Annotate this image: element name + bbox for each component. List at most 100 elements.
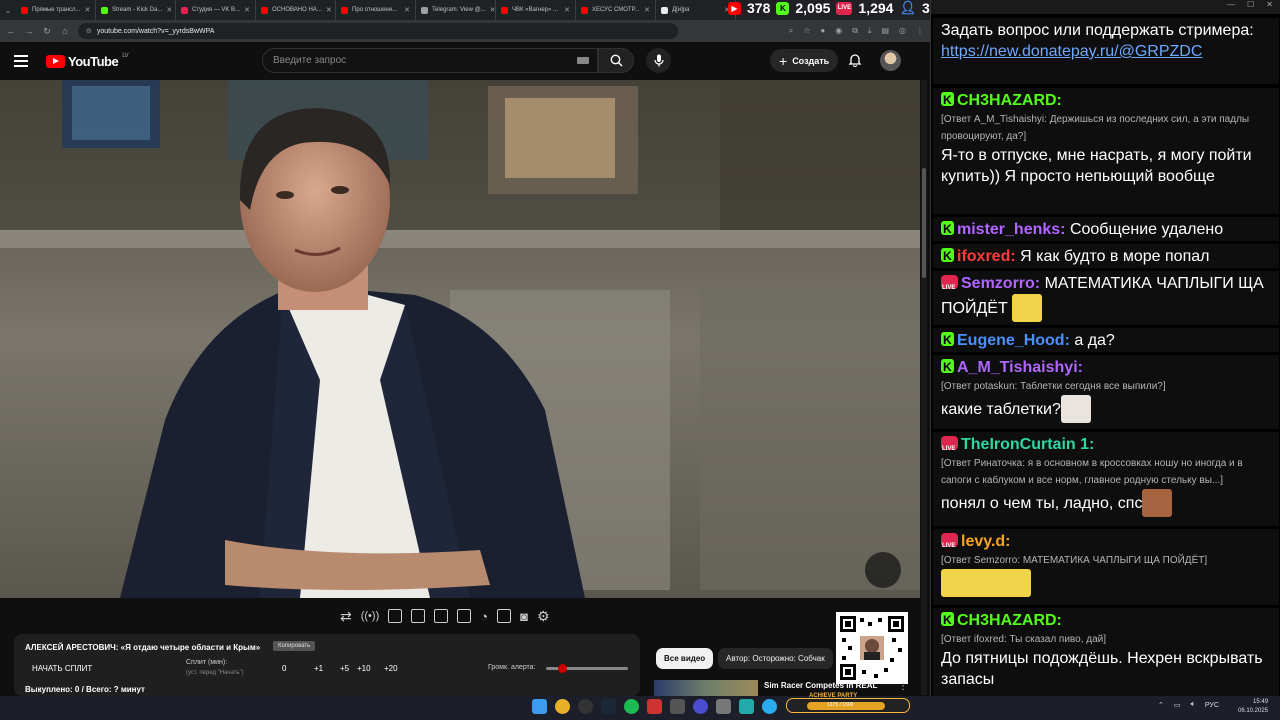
recommendation-thumbnail[interactable] xyxy=(654,680,758,696)
chrome-icon[interactable] xyxy=(555,699,570,714)
browser-tab[interactable]: Студия — VK В... ✕ xyxy=(176,0,256,20)
chat-username[interactable]: levy.d: xyxy=(961,533,1011,550)
alert-volume-knob[interactable] xyxy=(558,664,567,673)
browser-tab[interactable]: Прямые трансл... ✕ xyxy=(16,0,96,20)
chat-username[interactable]: CH3HAZARD: xyxy=(957,612,1062,629)
kick-viewer-count: 2,095 xyxy=(795,0,831,16)
maximize-icon[interactable]: ☐ xyxy=(1247,0,1254,14)
create-button[interactable]: + Создать xyxy=(770,49,839,72)
donation-link[interactable]: https://new.donatepay.ru/@GRPZDC xyxy=(941,41,1271,62)
tab-close-icon[interactable]: ✕ xyxy=(564,6,570,14)
settings-gear-icon[interactable]: ⚙ xyxy=(537,608,550,625)
zoom-icon[interactable]: ⌕ xyxy=(789,26,793,36)
chat-username[interactable]: A_M_Tishaishyi: xyxy=(957,359,1083,376)
spotify-icon[interactable] xyxy=(624,699,639,714)
tab-close-icon[interactable]: ✕ xyxy=(326,6,332,14)
keyboard-icon[interactable] xyxy=(577,57,589,64)
back-icon[interactable]: ← xyxy=(6,26,16,36)
app-icon[interactable] xyxy=(670,699,685,714)
browser-tab[interactable]: Telegram: View @... ✕ xyxy=(416,0,496,20)
close-icon[interactable]: ✕ xyxy=(1266,0,1273,14)
browser-tab[interactable]: Stream - Kick Da... ✕ xyxy=(96,0,176,20)
picture-in-picture-icon[interactable] xyxy=(434,609,449,623)
minimize-icon[interactable]: — xyxy=(1227,0,1235,14)
search-button[interactable] xyxy=(598,48,634,73)
hamburger-menu-icon[interactable] xyxy=(14,55,28,67)
chat-username[interactable]: mister_henks: xyxy=(957,221,1066,238)
add-to-queue-icon[interactable] xyxy=(497,609,512,623)
profile-icon[interactable]: ◎ xyxy=(899,26,906,36)
chip-all-videos[interactable]: Все видео xyxy=(656,648,714,669)
app-icon[interactable] xyxy=(647,699,662,714)
search-input[interactable]: Введите запрос xyxy=(262,48,598,73)
chip-author[interactable]: Автор: Осторожно: Собчак xyxy=(718,648,833,669)
start-menu-icon[interactable] xyxy=(532,699,547,714)
tab-close-icon[interactable]: ✕ xyxy=(85,6,91,14)
extension-icon[interactable]: ● xyxy=(820,26,825,36)
tab-search-icon[interactable]: ⌄ xyxy=(0,0,16,20)
increment-button[interactable]: +10 xyxy=(357,664,371,673)
recommendation-title[interactable]: Sim Racer Competes In REAL xyxy=(764,681,877,690)
taskbar-clock[interactable]: 15:49 06.10.2025 xyxy=(1238,698,1268,716)
tray-chevron-icon[interactable]: ⌃ xyxy=(1158,701,1164,709)
bookmark-star-icon[interactable]: ☆ xyxy=(803,26,810,36)
theater-mode-icon[interactable] xyxy=(457,609,472,623)
volume-icon[interactable]: 🔉︎ xyxy=(1191,701,1195,709)
tab-favicon-icon xyxy=(421,6,428,14)
chat-username[interactable]: ifoxred: xyxy=(957,248,1016,265)
tv-icon[interactable] xyxy=(388,609,403,623)
notifications-bell-icon[interactable] xyxy=(848,53,862,67)
home-icon[interactable]: ⌂ xyxy=(60,26,70,36)
tab-close-icon[interactable]: ✕ xyxy=(244,6,250,14)
voice-search-button[interactable] xyxy=(646,48,671,73)
app-icon[interactable] xyxy=(693,699,708,714)
puzzle-icon[interactable]: ⧉ xyxy=(852,26,858,36)
keyboard-language[interactable]: РУС xyxy=(1205,702,1219,709)
scrollbar-thumb[interactable] xyxy=(922,168,926,278)
steam-icon[interactable] xyxy=(601,699,616,714)
audio-wave-icon[interactable]: ((•)) xyxy=(361,610,380,622)
youtube-logo[interactable]: YouTube LV xyxy=(46,53,129,69)
increment-button[interactable]: +5 xyxy=(340,664,349,673)
speed-gauge-icon[interactable]: ◔ xyxy=(480,609,488,624)
clapper-icon[interactable] xyxy=(411,609,426,623)
site-info-icon[interactable]: ⊝ xyxy=(86,27,92,35)
copy-button[interactable]: Копировать xyxy=(273,641,316,651)
video-player[interactable] xyxy=(0,80,920,598)
increment-button[interactable]: +1 xyxy=(314,664,323,673)
chat-username[interactable]: Eugene_Hood: xyxy=(957,332,1070,349)
url-field[interactable]: ⊝ youtube.com/watch?v=_yyrdsBwWPA xyxy=(78,23,678,39)
obs-icon[interactable] xyxy=(578,699,593,714)
chat-username[interactable]: TheIronCurtain 1: xyxy=(961,436,1094,453)
chat-username[interactable]: Semzorro: xyxy=(961,275,1040,292)
telegram-icon[interactable] xyxy=(762,699,777,714)
sidebar-icon[interactable]: ▤ xyxy=(881,26,889,36)
camera-icon[interactable]: ◙ xyxy=(520,609,528,624)
app-icon[interactable] xyxy=(716,699,731,714)
tab-close-icon[interactable]: ✕ xyxy=(166,6,172,14)
reload-icon[interactable]: ↻ xyxy=(42,26,52,37)
split-minutes-value[interactable]: 0 xyxy=(282,664,286,673)
increment-button[interactable]: +20 xyxy=(384,664,398,673)
browser-tab[interactable]: ЧВК «Вагнер» ... ✕ xyxy=(496,0,576,20)
tab-close-icon[interactable]: ✕ xyxy=(490,6,495,14)
browser-tab[interactable]: ОСНОВАНО НА... ✕ xyxy=(256,0,336,20)
chat-reply-quote: [Ответ Ринаточка: я в основном в кроссов… xyxy=(941,458,1243,486)
browser-tab[interactable]: ХЕСУС СМОТР... ✕ xyxy=(576,0,656,20)
account-avatar[interactable] xyxy=(880,50,901,71)
page-scrollbar[interactable] xyxy=(921,80,927,695)
menu-icon[interactable]: ⋮ xyxy=(916,26,924,36)
tab-close-icon[interactable]: ✕ xyxy=(644,6,650,14)
loop-icon[interactable]: ⇄ xyxy=(340,608,352,625)
forward-icon[interactable]: → xyxy=(24,26,34,36)
extension-icon[interactable]: ◉ xyxy=(835,26,842,36)
more-options-icon[interactable]: ⋮ xyxy=(898,681,908,692)
app-icon[interactable] xyxy=(739,699,754,714)
network-icon[interactable]: ▭ xyxy=(1174,701,1181,709)
start-split-button[interactable]: НАЧАТЬ СПЛИТ xyxy=(32,664,92,673)
tab-close-icon[interactable]: ✕ xyxy=(404,6,410,14)
chat-username[interactable]: CH3HAZARD: xyxy=(957,92,1062,109)
browser-tab[interactable]: Д[и]ра✕ xyxy=(656,0,736,20)
download-icon[interactable]: ⤓ xyxy=(868,26,872,36)
browser-tab[interactable]: Про отношени... ✕ xyxy=(336,0,416,20)
